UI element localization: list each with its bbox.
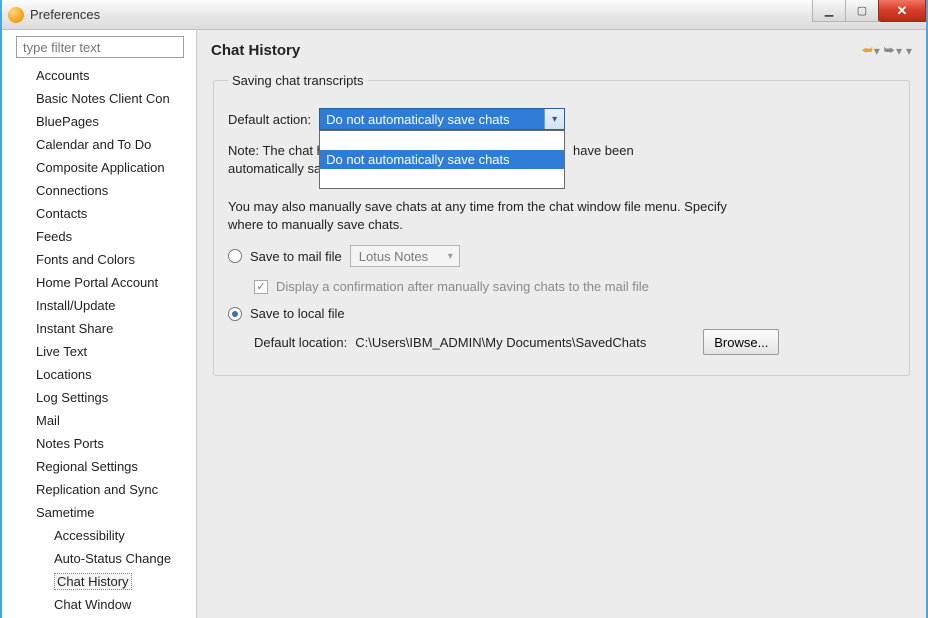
tree-item[interactable]: Calendar and To Do — [10, 133, 192, 156]
default-action-select[interactable]: Do not automatically save chats Automati… — [319, 108, 565, 130]
title-bar: Preferences — [2, 0, 926, 30]
display-confirmation-checkbox[interactable] — [254, 280, 268, 294]
tree-item[interactable]: Basic Notes Client Con — [10, 87, 192, 110]
tree-item[interactable]: Accounts — [10, 64, 192, 87]
dropdown-option[interactable]: Prompt me to save chats — [320, 169, 564, 188]
tree-item[interactable]: Chat Window — [10, 593, 192, 616]
tree-item[interactable]: Auto-Status Change — [10, 547, 192, 570]
dropdown-option[interactable]: Automatically save chats — [320, 131, 564, 150]
filter-input[interactable] — [16, 36, 184, 58]
mail-file-select[interactable]: Lotus Notes — [350, 245, 460, 267]
tree-item[interactable]: Accessibility — [10, 524, 192, 547]
group-title: Saving chat transcripts — [228, 73, 368, 88]
minimize-button[interactable] — [812, 0, 846, 22]
default-action-dropdown: Automatically save chatsDo not automatic… — [319, 130, 565, 189]
tree-item[interactable]: Composite Application — [10, 156, 192, 179]
tree-item[interactable]: Notes Ports — [10, 432, 192, 455]
tree-item[interactable]: Locations — [10, 363, 192, 386]
tree-item[interactable]: Sametime — [10, 501, 192, 524]
default-action-label: Default action: — [228, 112, 311, 127]
tree-item[interactable]: Connections — [10, 179, 192, 202]
preferences-tree: AccountsBasic Notes Client ConBluePagesC… — [10, 64, 192, 616]
app-icon — [8, 7, 24, 23]
close-button[interactable] — [878, 0, 926, 22]
save-to-mail-label: Save to mail file — [250, 249, 342, 264]
save-to-local-radio[interactable] — [228, 307, 242, 321]
window-title: Preferences — [30, 7, 100, 22]
save-to-mail-radio[interactable] — [228, 249, 242, 263]
tree-item[interactable]: Contacts — [10, 202, 192, 225]
chevron-down-icon — [544, 109, 564, 129]
history-nav: ⮨▾ ⮩▾ ▾ — [862, 43, 912, 58]
nav-back-button[interactable]: ⮨▾ — [862, 43, 880, 58]
saving-transcripts-group: Saving chat transcripts Default action: … — [213, 73, 910, 376]
dropdown-option[interactable]: Do not automatically save chats — [320, 150, 564, 169]
tree-item[interactable]: Feeds — [10, 225, 192, 248]
maximize-button[interactable] — [845, 0, 879, 22]
save-to-local-label: Save to local file — [250, 306, 345, 321]
tree-item[interactable]: Instant Share — [10, 317, 192, 340]
default-action-value: Do not automatically save chats — [326, 112, 510, 127]
manual-save-paragraph: You may also manually save chats at any … — [228, 198, 728, 233]
tree-item[interactable]: Chat History — [10, 570, 192, 593]
window-buttons — [813, 0, 926, 22]
tree-item[interactable]: Install/Update — [10, 294, 192, 317]
tree-item[interactable]: Fonts and Colors — [10, 248, 192, 271]
tree-item[interactable]: Replication and Sync — [10, 478, 192, 501]
tree-item[interactable]: Regional Settings — [10, 455, 192, 478]
display-confirmation-label: Display a confirmation after manually sa… — [276, 279, 649, 294]
tree-item[interactable]: Live Text — [10, 340, 192, 363]
sidebar: AccountsBasic Notes Client ConBluePagesC… — [2, 30, 197, 618]
nav-forward-button[interactable]: ⮩▾ — [884, 43, 902, 58]
content-area: Chat History ⮨▾ ⮩▾ ▾ Saving chat transcr… — [197, 30, 926, 618]
nav-menu-button[interactable]: ▾ — [906, 44, 912, 58]
browse-button[interactable]: Browse... — [703, 329, 779, 355]
tree-item[interactable]: Home Portal Account — [10, 271, 192, 294]
tree-item[interactable]: BluePages — [10, 110, 192, 133]
default-location-label: Default location: — [254, 335, 347, 350]
tree-item[interactable]: Log Settings — [10, 386, 192, 409]
page-title: Chat History — [211, 42, 300, 59]
tree-item[interactable]: Mail — [10, 409, 192, 432]
default-location-input[interactable] — [355, 331, 695, 354]
